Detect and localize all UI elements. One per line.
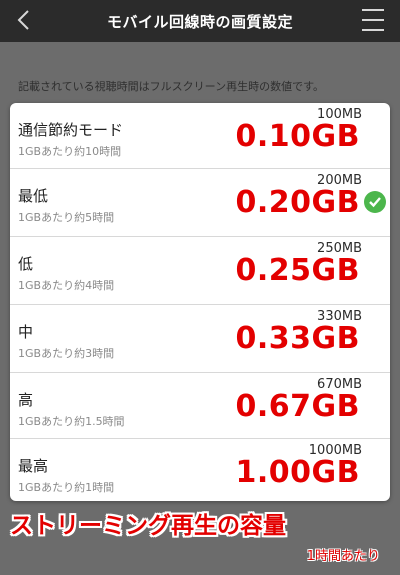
page-title: モバイル回線時の画質設定 (106, 12, 293, 31)
option-highest[interactable]: 最高 1GBあたり約1時間 1000MB 1.00GB (10, 439, 390, 501)
option-data-saver[interactable]: 通信節約モード 1GBあたり約10時間 100MB 0.10GB (10, 103, 390, 169)
option-medium[interactable]: 中 1GBあたり約3時間 330MB 0.33GB (10, 305, 390, 373)
menu-button[interactable] (362, 9, 384, 31)
option-label: 通信節約モード (18, 121, 124, 139)
option-sub: 1GBあたり約3時間 (18, 347, 115, 360)
option-sub: 1GBあたり約1時間 (18, 481, 115, 494)
option-label: 最高 (18, 457, 49, 475)
option-label: 最低 (18, 187, 49, 205)
option-sub: 1GBあたり約4時間 (18, 279, 115, 292)
option-sub: 1GBあたり約1.5時間 (18, 415, 125, 428)
back-button[interactable] (10, 5, 38, 35)
option-lowest[interactable]: 最低 1GBあたり約5時間 200MB 0.20GB (10, 169, 390, 237)
option-sub: 1GBあたり約5時間 (18, 211, 115, 224)
option-gb: 0.10GB (235, 119, 360, 154)
caption-subtitle: 1時間あたり (306, 549, 380, 564)
notice-text: 記載されている視聴時間はフルスクリーン再生時の数値です。 (18, 80, 325, 93)
option-gb: 0.25GB (235, 253, 360, 288)
option-sub: 1GBあたり約10時間 (18, 145, 122, 158)
option-label: 低 (18, 255, 34, 273)
option-label: 高 (18, 391, 34, 409)
caption-title: ストリーミング再生の容量 (10, 513, 286, 539)
option-gb: 1.00GB (235, 455, 360, 490)
option-high[interactable]: 高 1GBあたり約1.5時間 670MB 0.67GB (10, 373, 390, 439)
option-gb: 0.67GB (235, 389, 360, 424)
option-label: 中 (18, 323, 34, 341)
chevron-left-icon (17, 10, 29, 30)
top-bar: モバイル回線時の画質設定 (0, 0, 400, 42)
quality-options-list: 通信節約モード 1GBあたり約10時間 100MB 0.10GB 最低 1GBあ… (10, 103, 390, 501)
option-gb: 0.33GB (235, 321, 360, 356)
option-gb: 0.20GB (235, 185, 360, 220)
option-low[interactable]: 低 1GBあたり約4時間 250MB 0.25GB (10, 237, 390, 305)
check-circle-icon (364, 191, 386, 213)
hamburger-menu-icon (362, 9, 384, 11)
screen: モバイル回線時の画質設定 記載されている視聴時間はフルスクリーン再生時の数値です… (0, 0, 400, 575)
